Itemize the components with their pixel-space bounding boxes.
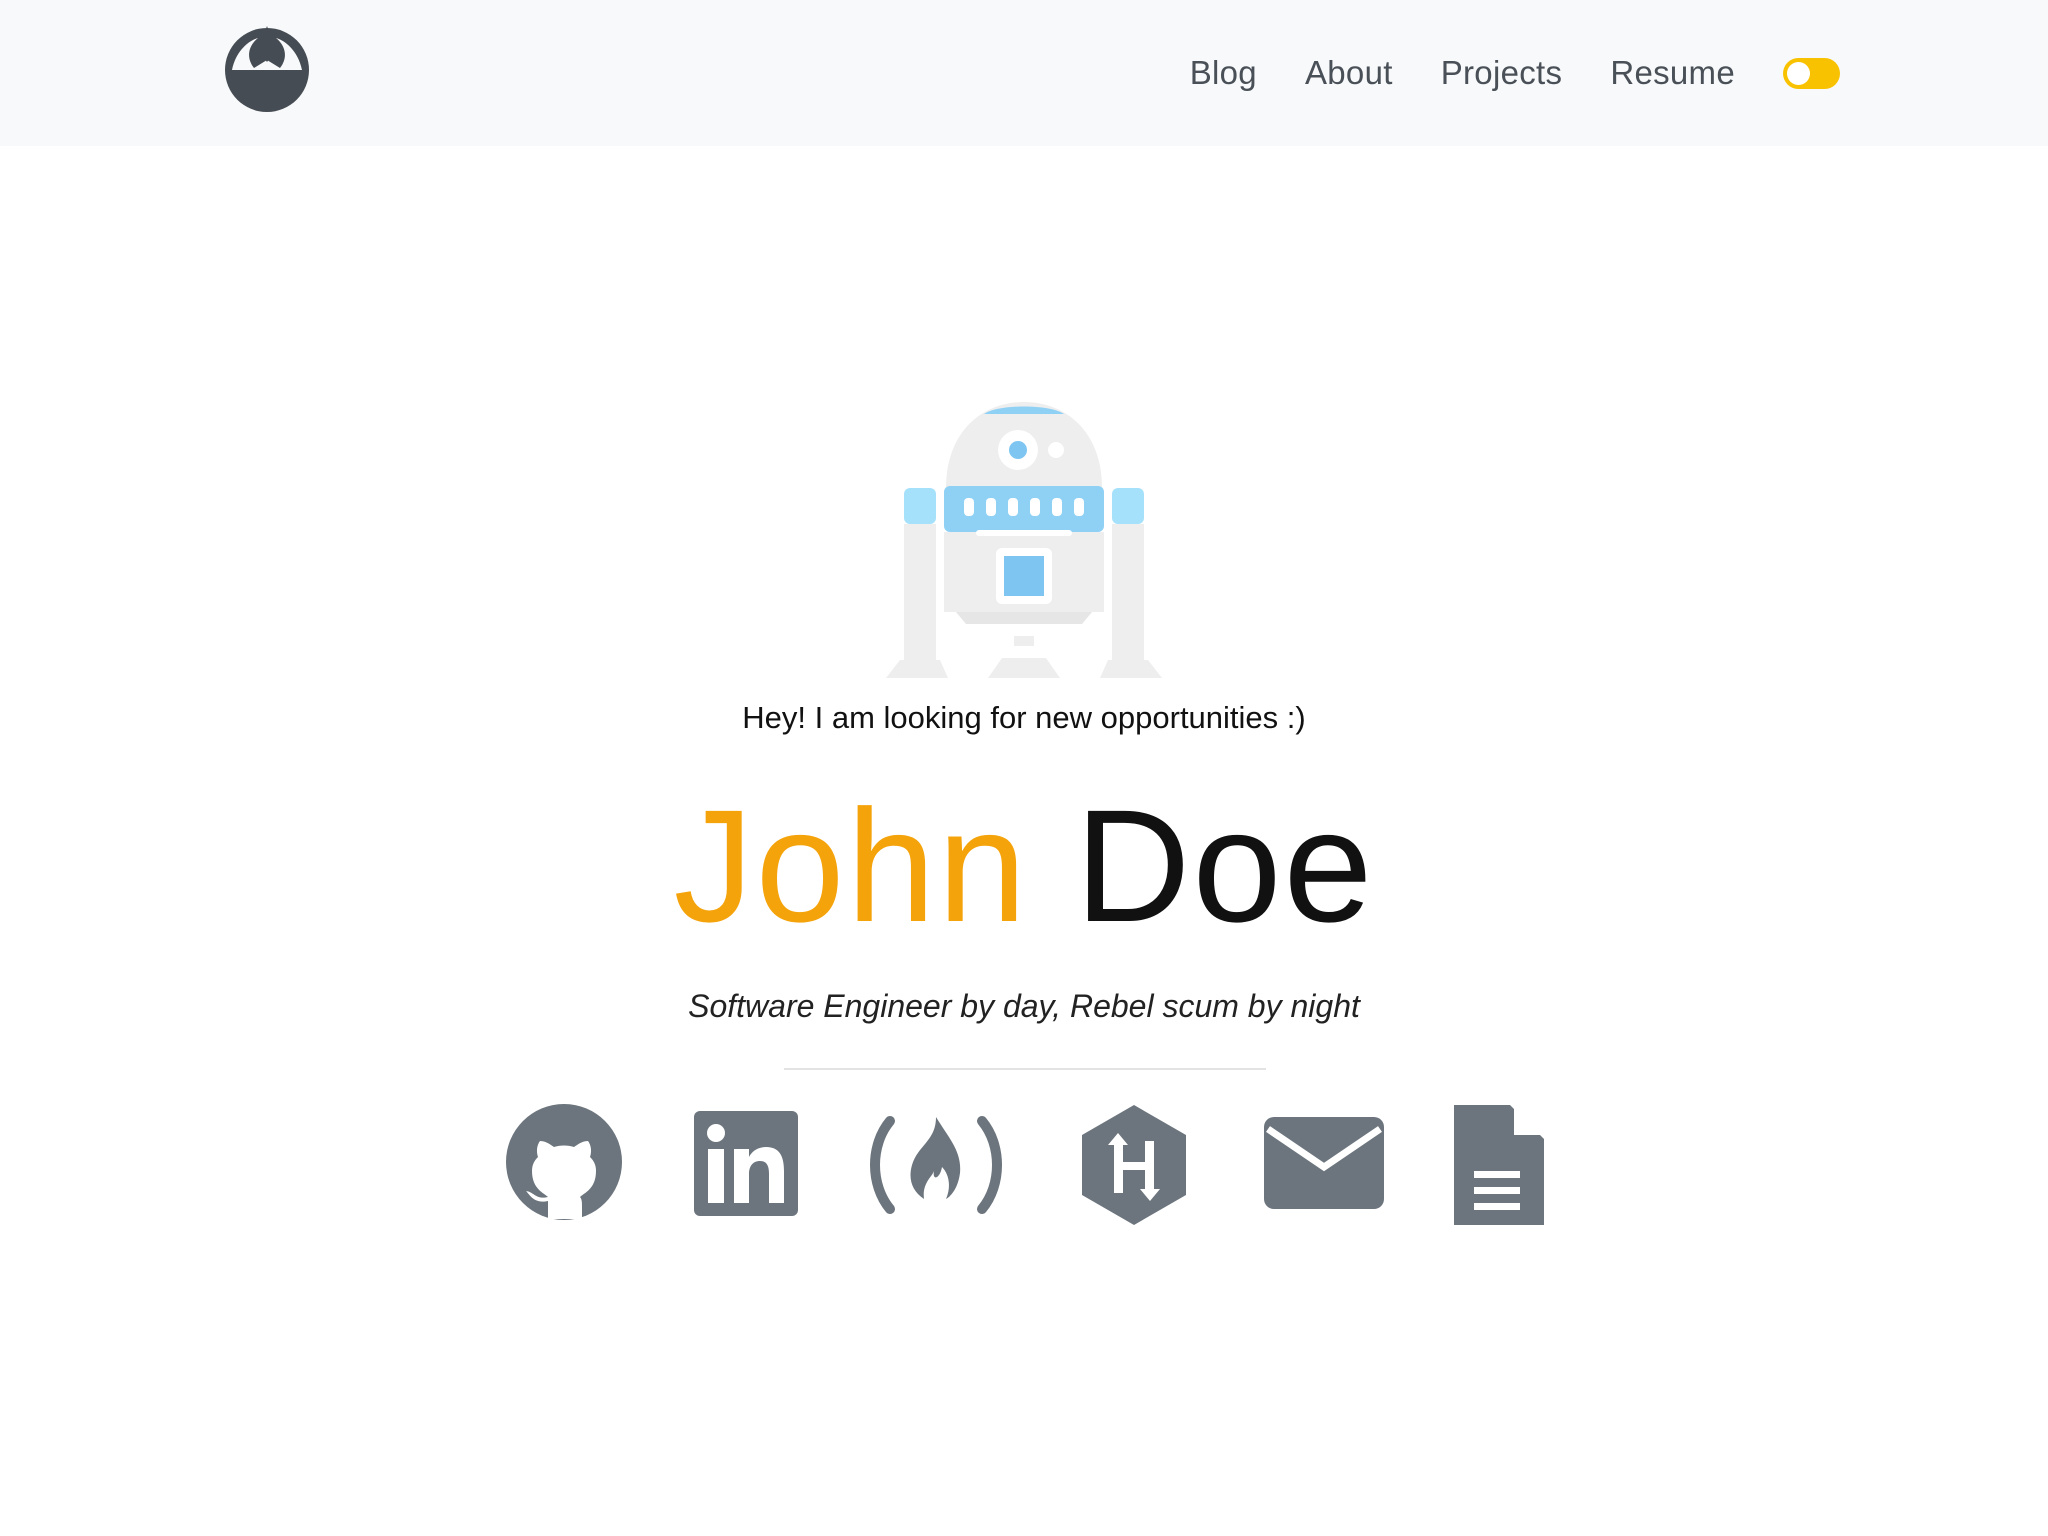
nav-link-projects[interactable]: Projects	[1441, 54, 1563, 92]
freecodecamp-icon[interactable]	[866, 1101, 1006, 1231]
nav-link-about[interactable]: About	[1305, 54, 1393, 92]
social-links	[0, 1101, 2048, 1231]
nav-links: Blog About Projects Resume	[1142, 0, 1840, 146]
navbar: Blog About Projects Resume	[0, 0, 2048, 146]
github-icon[interactable]	[504, 1101, 624, 1231]
toggle-knob	[1787, 61, 1810, 85]
hero-name: John Doe	[0, 786, 2048, 946]
hero-tagline: Hey! I am looking for new opportunities …	[742, 700, 1306, 735]
resume-document-icon[interactable]	[1452, 1101, 1546, 1231]
email-icon[interactable]	[1262, 1101, 1386, 1231]
hero: Hey! I am looking for new opportunities …	[0, 146, 2048, 1536]
nav-link-resume[interactable]: Resume	[1610, 54, 1735, 92]
hero-first-name: John	[673, 776, 1029, 955]
hero-last-name: Doe	[1074, 776, 1375, 955]
rebel-alliance-icon[interactable]	[222, 24, 312, 114]
linkedin-icon[interactable]	[694, 1101, 798, 1231]
hackerrank-icon[interactable]	[1078, 1101, 1190, 1231]
nav-link-blog[interactable]: Blog	[1190, 54, 1257, 92]
r2d2-droid-illustration	[886, 402, 1162, 682]
theme-toggle[interactable]	[1783, 57, 1840, 89]
hero-divider	[784, 1068, 1266, 1070]
hero-subtitle: Software Engineer by day, Rebel scum by …	[688, 988, 1360, 1024]
